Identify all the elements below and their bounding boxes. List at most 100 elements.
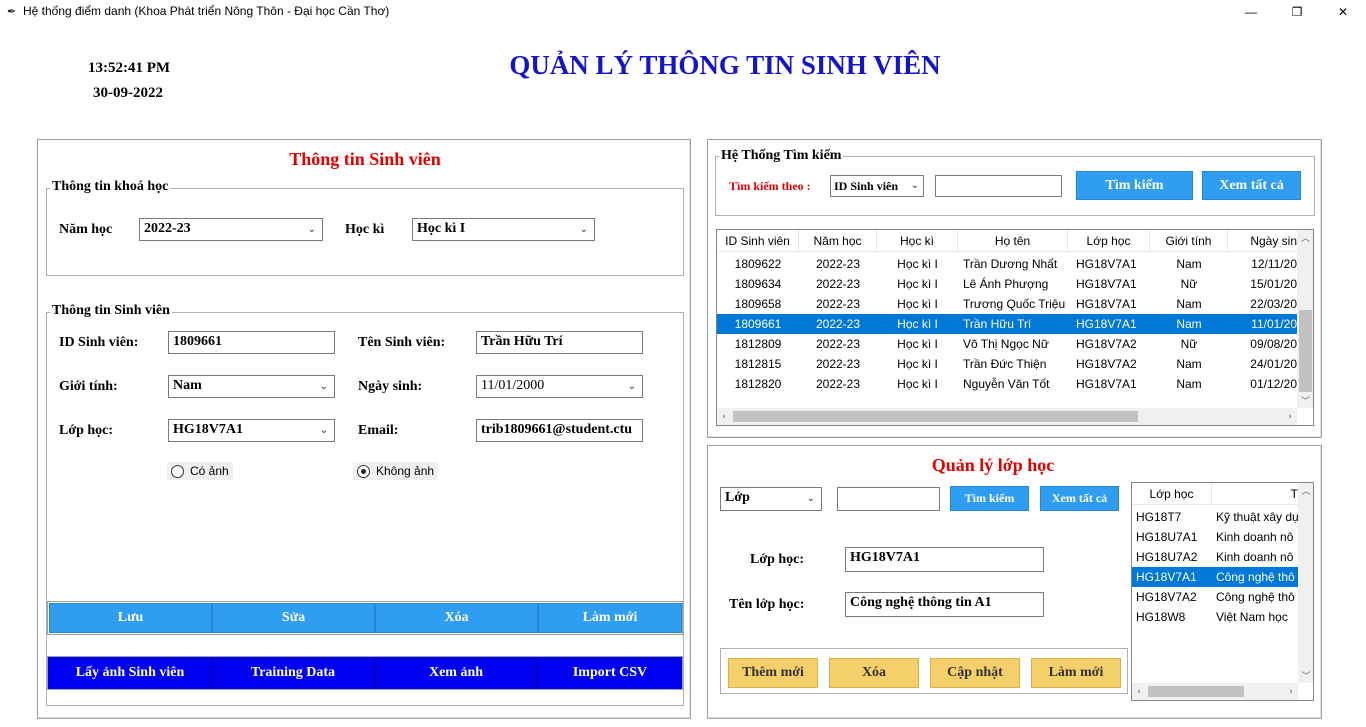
table-cell: Kinh doanh nô <box>1216 550 1294 564</box>
horizontal-scrollbar[interactable]: ‹ › <box>1132 683 1298 700</box>
class-code-label: Lớp học: <box>750 552 805 567</box>
import-csv-button[interactable]: Import CSV <box>538 658 682 688</box>
add-class-button[interactable]: Thêm mới <box>728 658 818 688</box>
scroll-thumb[interactable] <box>733 411 1138 422</box>
class-select[interactable]: HG18V7A1 ⌄ <box>168 419 335 442</box>
class-view-all-button[interactable]: Xem tất cả <box>1040 486 1119 511</box>
semester-select[interactable]: Học kì I ⌄ <box>412 218 595 241</box>
view-photo-button[interactable]: Xem ảnh <box>375 658 538 688</box>
table-cell: 2022-23 <box>815 257 861 271</box>
table-cell: Nam <box>1176 357 1202 371</box>
table-row[interactable]: HG18V7A1 Công nghệ thô <box>1132 567 1298 587</box>
table-cell: 15/01/20 <box>1250 277 1297 291</box>
column-header[interactable]: Lớp học <box>1132 483 1212 504</box>
table-row[interactable]: HG18W8 Việt Nam học <box>1132 607 1298 627</box>
vertical-scrollbar[interactable]: ︿ ﹀ <box>1297 230 1313 408</box>
class-search-input[interactable] <box>837 487 940 511</box>
scroll-left-icon[interactable]: ‹ <box>1132 683 1146 700</box>
radio-no-photo[interactable]: Không ảnh <box>353 462 439 480</box>
table-cell: HG18V7A2 <box>1076 337 1137 351</box>
table-cell: Trương Quốc Triệu <box>963 297 1066 311</box>
table-row[interactable]: 1812809 2022-23 Học kì I Võ Thị Ngọc Nữ HG18… <box>717 334 1297 354</box>
radio-selected-icon <box>357 464 370 478</box>
column-header[interactable]: Ngày sin <box>1228 230 1297 251</box>
class-search-button[interactable]: Tìm kiếm <box>950 486 1029 511</box>
horizontal-scrollbar[interactable]: ‹ › <box>717 408 1297 425</box>
training-data-button[interactable]: Training Data <box>212 658 375 688</box>
table-row[interactable]: 1809634 2022-23 Học kì I Lê Ánh Phượng HG18V… <box>717 274 1297 294</box>
search-button[interactable]: Tìm kiếm <box>1076 171 1193 200</box>
student-id-input[interactable]: 1809661 <box>168 331 335 354</box>
column-header[interactable]: Lớp học <box>1068 230 1150 251</box>
table-cell: Công nghệ thô <box>1216 590 1295 604</box>
table-row[interactable]: HG18V7A2 Công nghệ thô <box>1132 587 1298 607</box>
scroll-down-icon[interactable]: ﹀ <box>1297 393 1313 407</box>
table-cell: Trần Dương Nhất <box>963 257 1058 271</box>
column-header[interactable]: ID Sinh viên <box>717 230 799 251</box>
table-row[interactable]: 1812815 2022-23 Học kì I Trần Đức Thiện HG18… <box>717 354 1297 374</box>
table-cell: 01/12/20 <box>1250 377 1297 391</box>
table-row[interactable]: 1809658 2022-23 Học kì I Trương Quốc Triệu H… <box>717 294 1297 314</box>
radio-with-photo[interactable]: Có ảnh <box>167 462 233 480</box>
table-row[interactable]: HG18T7 Kỹ thuật xây dự <box>1132 507 1298 527</box>
update-class-button[interactable]: Cập nhật <box>930 658 1020 688</box>
reset-class-button[interactable]: Làm mới <box>1031 658 1121 688</box>
scroll-up-icon[interactable]: ︿ <box>1297 230 1313 244</box>
scroll-thumb[interactable] <box>1299 310 1312 392</box>
window-title: Hệ thống điểm danh (Khoa Phát triển Nông… <box>23 4 390 18</box>
close-button[interactable]: ✕ <box>1320 0 1366 24</box>
action-bar: Lưu Sửa Xóa Làm mới <box>47 601 683 635</box>
delete-class-button[interactable]: Xóa <box>829 658 919 688</box>
scroll-thumb[interactable] <box>1148 686 1244 697</box>
scroll-right-icon[interactable]: › <box>1284 683 1298 700</box>
table-cell: 1809634 <box>734 277 782 291</box>
table-cell: HG18U7A2 <box>1136 550 1198 564</box>
edit-button[interactable]: Sửa <box>212 603 375 633</box>
save-button[interactable]: Lưu <box>49 603 212 633</box>
table-cell: HG18V7A1 <box>1076 257 1137 271</box>
column-header[interactable]: Học kì <box>877 230 958 251</box>
minimize-button[interactable]: — <box>1228 0 1274 24</box>
search-by-select[interactable]: ID Sinh viên ⌄ <box>830 175 924 197</box>
student-panel: Thông tin Sinh viên Thông tin khoá học N… <box>37 139 691 719</box>
column-header[interactable]: Họ tên <box>958 230 1068 251</box>
table-cell: Học kì I <box>897 377 938 391</box>
feather-icon: ✒ <box>7 6 17 18</box>
table-row[interactable]: 1812820 2022-23 Học kì I Nguyễn Văn Tốt HG18… <box>717 374 1297 394</box>
id-label: ID Sinh viên: <box>59 335 139 350</box>
delete-button[interactable]: Xóa <box>375 603 538 633</box>
table-row[interactable]: HG18U7A2 Kinh doanh nô <box>1132 547 1298 567</box>
table-cell: Nam <box>1176 377 1202 391</box>
scroll-right-icon[interactable]: › <box>1283 408 1297 425</box>
search-input[interactable] <box>935 175 1062 197</box>
table-row[interactable]: 1809661 2022-23 Học kì I Trần Hữu Trí HG18V7… <box>717 314 1297 334</box>
capture-photo-button[interactable]: Lấy ảnh Sinh viên <box>49 658 212 688</box>
table-row[interactable]: HG18U7A1 Kinh doanh nô <box>1132 527 1298 547</box>
table-row[interactable]: 1809622 2022-23 Học kì I Trần Dương Nhất HG1… <box>717 254 1297 274</box>
vertical-scrollbar[interactable]: ︿ ﹀ <box>1298 483 1313 683</box>
scroll-down-icon[interactable]: ﹀ <box>1298 668 1313 682</box>
email-input[interactable]: trib1809661@student.ctu <box>476 419 643 442</box>
class-code-input[interactable]: HG18V7A1 <box>845 547 1044 572</box>
reset-button[interactable]: Làm mới <box>538 603 682 633</box>
column-header[interactable]: Giới tính <box>1150 230 1228 251</box>
column-header[interactable]: Năm học <box>799 230 877 251</box>
table-cell: Nữ <box>1180 337 1198 351</box>
view-all-button[interactable]: Xem tất cả <box>1202 171 1301 200</box>
class-table: Lớp học T HG18T7 Kỹ thuật xây dự HG18U7A1 K… <box>1131 482 1314 701</box>
table-cell: HG18V7A1 <box>1076 297 1137 311</box>
gender-label: Giới tính: <box>59 379 118 394</box>
table-cell: 2022-23 <box>815 317 861 331</box>
table-cell: 1809661 <box>734 317 782 331</box>
gender-select[interactable]: Nam ⌄ <box>168 375 335 398</box>
class-name-input[interactable]: Công nghệ thông tin A1 <box>845 592 1044 617</box>
scroll-left-icon[interactable]: ‹ <box>717 408 731 425</box>
maximize-button[interactable]: ❐ <box>1274 0 1320 24</box>
scroll-up-icon[interactable]: ︿ <box>1298 483 1313 497</box>
student-name-input[interactable]: Trần Hữu Trí <box>476 331 643 354</box>
dob-label: Ngày sinh: <box>358 379 423 394</box>
column-header[interactable]: T <box>1212 483 1298 504</box>
year-select[interactable]: 2022-23 ⌄ <box>139 218 323 241</box>
class-filter-select[interactable]: Lớp ⌄ <box>720 487 822 511</box>
dob-picker[interactable]: 11/01/2000 ⌄ <box>476 375 643 398</box>
